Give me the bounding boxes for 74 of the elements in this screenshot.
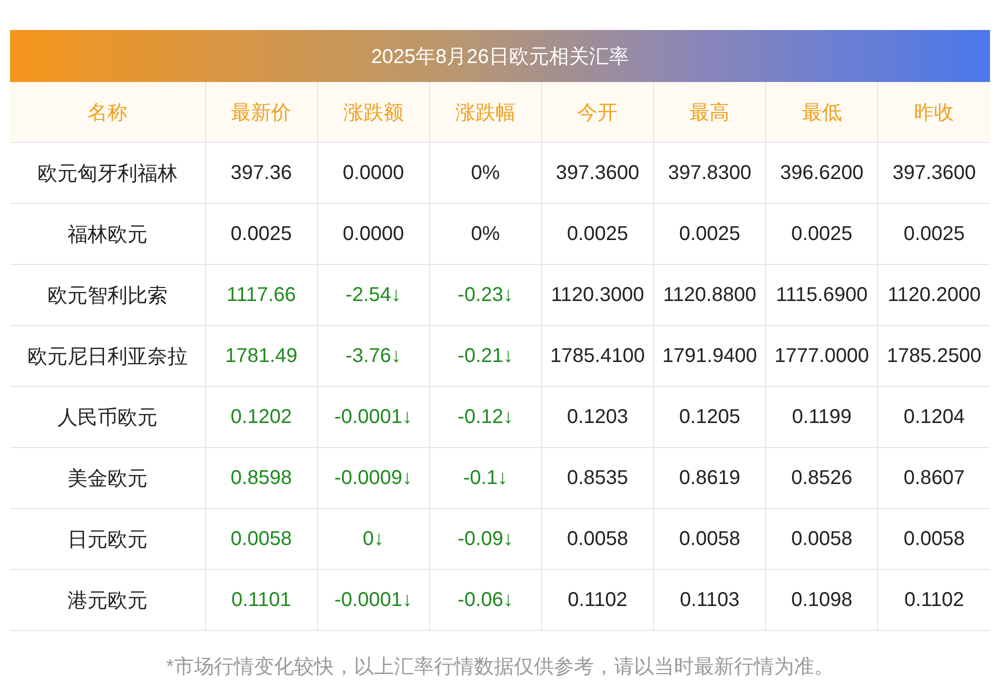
column-header: 最高 <box>654 82 766 142</box>
table-cell: 1117.66 <box>205 264 318 326</box>
table-cell: -0.0009↓ <box>317 448 430 508</box>
column-header: 昨收 <box>878 82 990 142</box>
table-cell: 0.8535 <box>542 448 654 508</box>
table-cell: -0.23↓ <box>429 264 542 326</box>
table-cell: -3.76↓ <box>317 326 430 386</box>
table-cell: 0.0025 <box>878 204 990 264</box>
table-cell: 0% <box>429 204 542 264</box>
column-header: 今开 <box>542 82 654 142</box>
table-cell: 397.8300 <box>654 142 766 204</box>
currency-pair-name: 欧元智利比索 <box>10 264 206 326</box>
table-cell: 0.0025 <box>205 204 318 264</box>
table-cell: 0.1202 <box>205 386 318 448</box>
table-cell: 0.0058 <box>766 508 878 570</box>
table-cell: 1781.49 <box>205 326 318 386</box>
currency-pair-name: 人民币欧元 <box>10 386 206 448</box>
table-cell: 0.1098 <box>766 570 878 630</box>
table-cell: 0.0058 <box>205 508 318 570</box>
table-cell: 1785.4100 <box>542 326 654 386</box>
column-header: 名称 <box>10 82 206 142</box>
table-cell: -0.09↓ <box>429 508 542 570</box>
table-cell: 0.1102 <box>542 570 654 630</box>
table-cell: 1791.9400 <box>654 326 766 386</box>
table-cell: 1120.2000 <box>878 264 990 326</box>
currency-pair-name: 日元欧元 <box>10 508 206 570</box>
table-cell: 0.1101 <box>205 570 318 630</box>
table-cell: -0.0001↓ <box>317 386 430 448</box>
table-cell: 0.1103 <box>654 570 766 630</box>
table-cell: 0.1102 <box>878 570 990 630</box>
table-cell: 0.8619 <box>654 448 766 508</box>
table-cell: 0% <box>429 142 542 204</box>
table-cell: 0.0000 <box>317 142 430 204</box>
table-cell: 0.0025 <box>542 204 654 264</box>
table-cell: -0.21↓ <box>429 326 542 386</box>
table-cell: 0.8526 <box>766 448 878 508</box>
column-header: 最新价 <box>205 82 318 142</box>
table-cell: 0.8598 <box>205 448 318 508</box>
table-cell: 0.0058 <box>654 508 766 570</box>
table-cell: 0.1203 <box>542 386 654 448</box>
table-cell: -0.1↓ <box>429 448 542 508</box>
table-cell: 0.0058 <box>878 508 990 570</box>
table-cell: 1120.8800 <box>654 264 766 326</box>
table-cell: 397.36 <box>205 142 318 204</box>
table-cell: 0.1199 <box>766 386 878 448</box>
table-cell: 0.1205 <box>654 386 766 448</box>
column-header: 涨跌幅 <box>429 82 542 142</box>
currency-pair-name: 福林欧元 <box>10 204 206 264</box>
currency-pair-name: 欧元尼日利亚奈拉 <box>10 326 206 386</box>
table-cell: 396.6200 <box>766 142 878 204</box>
table-cell: -0.06↓ <box>429 570 542 630</box>
column-header: 最低 <box>766 82 878 142</box>
table-cell: 397.3600 <box>542 142 654 204</box>
table-cell: 1115.6900 <box>766 264 878 326</box>
table-cell: -0.12↓ <box>429 386 542 448</box>
table-cell: 0.0025 <box>766 204 878 264</box>
table-cell: 1785.2500 <box>878 326 990 386</box>
table-cell: 1120.3000 <box>542 264 654 326</box>
currency-pair-name: 港元欧元 <box>10 570 206 630</box>
table-cell: 397.3600 <box>878 142 990 204</box>
table-cell: 0.0058 <box>542 508 654 570</box>
table-cell: 1777.0000 <box>766 326 878 386</box>
table-cell: 0.1204 <box>878 386 990 448</box>
currency-pair-name: 欧元匈牙利福林 <box>10 142 206 204</box>
currency-pair-name: 美金欧元 <box>10 448 206 508</box>
table-cell: 0.0000 <box>317 204 430 264</box>
table-cell: -2.54↓ <box>317 264 430 326</box>
footnote: *市场行情变化较快，以上汇率行情数据仅供参考，请以当时最新行情为准。 <box>165 655 835 680</box>
table-cell: 0.8607 <box>878 448 990 508</box>
table-title: 2025年8月26日欧元相关汇率 <box>10 30 990 82</box>
column-header: 涨跌额 <box>317 82 430 142</box>
table-cell: 0↓ <box>317 508 430 570</box>
table-cell: -0.0001↓ <box>317 570 430 630</box>
table-cell: 0.0025 <box>654 204 766 264</box>
